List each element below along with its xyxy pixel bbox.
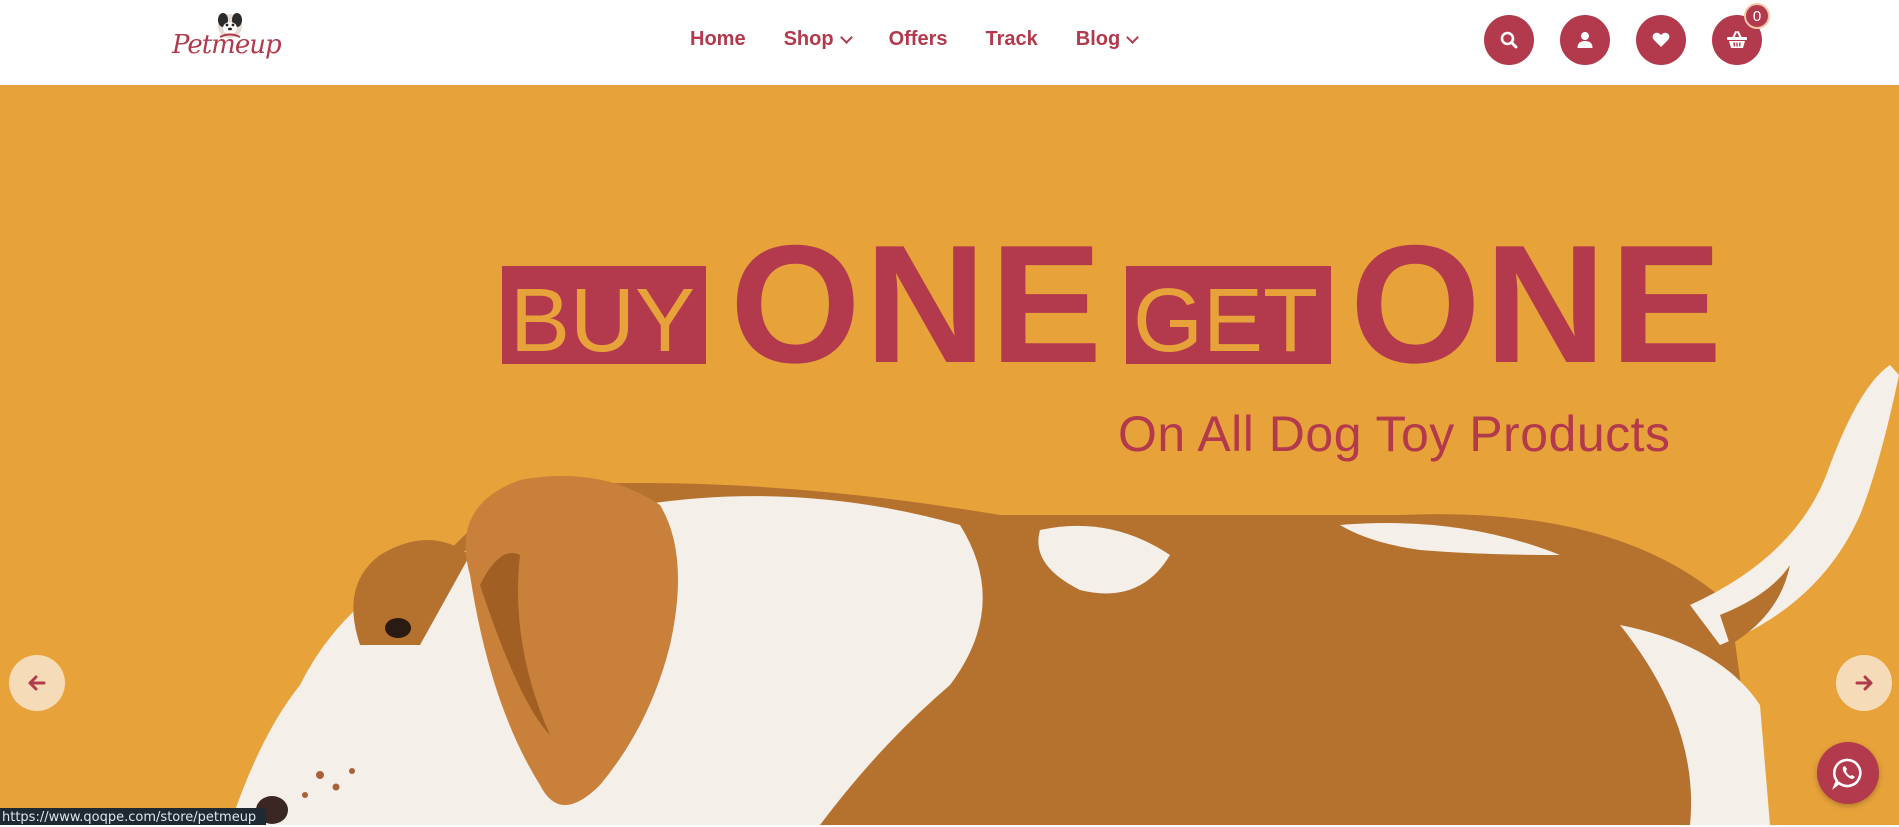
promo-subtitle: On All Dog Toy Products (1118, 406, 1671, 462)
nav-item-label: Blog (1075, 28, 1121, 50)
promo-one-text-2: ONE (1350, 210, 1727, 398)
promo-one-text: ONE (730, 210, 1107, 398)
site-header: Petmeup Home Shop Offers Track Blog 0 (0, 0, 1899, 85)
header-actions: 0 (1484, 3, 1770, 65)
account-button[interactable] (1560, 15, 1610, 65)
arrow-right-icon (1855, 675, 1873, 691)
chevron-down-icon (1126, 30, 1140, 44)
promo-get-text: GET (1133, 271, 1319, 371)
main-nav: Home Shop Offers Track Blog (690, 28, 1140, 51)
status-bar-url: https://www.qoqpe.com/store/petmeup (0, 808, 267, 825)
nav-item-track[interactable]: Track (985, 28, 1037, 51)
chevron-down-icon (839, 30, 853, 44)
nav-item-offers[interactable]: Offers (889, 28, 948, 51)
nav-item-label: Shop (783, 28, 834, 50)
nav-item-shop[interactable]: Shop (783, 28, 853, 51)
basket-icon (1727, 31, 1747, 48)
nav-item-blog[interactable]: Blog (1075, 28, 1140, 51)
user-icon (1577, 32, 1593, 48)
nav-item-label: Home (690, 28, 746, 50)
whatsapp-chat-button[interactable] (1817, 742, 1879, 804)
wishlist-button[interactable] (1636, 15, 1686, 65)
whatsapp-icon (1832, 758, 1862, 790)
brand-logo[interactable]: Petmeup (170, 8, 282, 74)
promo-buy-text: BUY (510, 271, 696, 371)
carousel-prev-button[interactable] (9, 655, 65, 711)
logo-text: Petmeup (172, 30, 282, 60)
cart-count-badge: 0 (1744, 3, 1770, 29)
heart-icon (1652, 32, 1670, 47)
cart-button[interactable]: 0 (1712, 3, 1770, 65)
nav-item-home[interactable]: Home (690, 28, 746, 51)
hero-banner[interactable]: BUY ONE GET ONE On All Dog Toy Products (0, 85, 1899, 825)
carousel-next-button[interactable] (1836, 655, 1892, 711)
nav-item-label: Track (985, 28, 1038, 50)
search-icon (1500, 31, 1518, 49)
arrow-left-icon (28, 675, 46, 691)
nav-item-label: Offers (888, 28, 948, 50)
search-button[interactable] (1484, 15, 1534, 65)
